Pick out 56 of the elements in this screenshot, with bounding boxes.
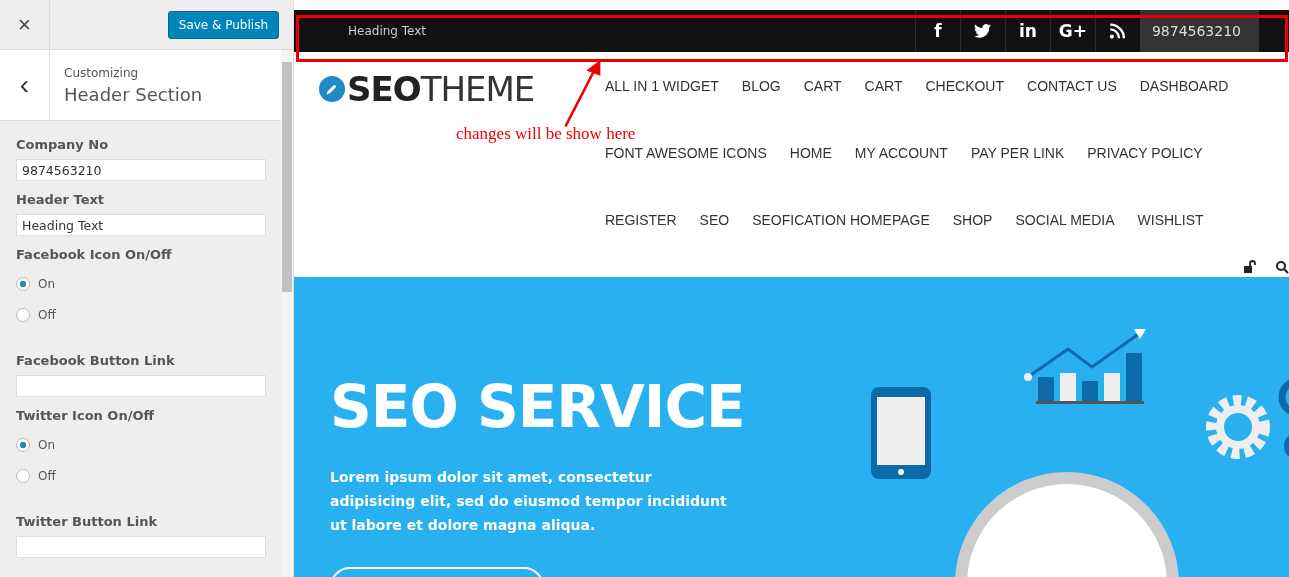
menu-link[interactable]: SEO	[699, 211, 730, 228]
scrollbar[interactable]	[281, 50, 293, 577]
linkedin-icon[interactable]: in	[1018, 21, 1037, 41]
twitter-bird-icon[interactable]	[974, 23, 992, 39]
tablet-icon	[868, 385, 934, 481]
section-title: Header Section	[64, 83, 203, 105]
radio-button[interactable]	[16, 468, 30, 483]
hero-title: SEO SERVICE	[330, 373, 746, 443]
menu-link[interactable]: CHECKOUT	[925, 77, 1005, 94]
radio-label: On	[38, 276, 56, 291]
menu-link[interactable]: FONT AWESOME ICONS	[605, 144, 767, 161]
control-label: Twitter Icon On/Off	[16, 408, 155, 423]
radio-button[interactable]	[16, 307, 30, 322]
control-label: Header Text	[16, 192, 106, 207]
text-field[interactable]: Heading Text	[16, 214, 266, 236]
radio-label: Off	[38, 468, 56, 483]
menu-link[interactable]: HOME	[789, 144, 832, 161]
phone-number: 9874563210	[1139, 10, 1259, 52]
breadcrumb: Customizing	[64, 65, 140, 80]
radio-label: On	[38, 437, 56, 452]
radio-label: Off	[38, 307, 56, 322]
google-plus-icon[interactable]: G+	[1058, 21, 1087, 41]
menu-link[interactable]: ALL IN 1 WIDGET	[605, 77, 719, 94]
facebook-icon[interactable]: f	[934, 21, 942, 41]
logo[interactable]: SEOTHEME	[319, 64, 605, 114]
header-text: Heading Text	[348, 24, 428, 38]
text-field[interactable]: 9874563210	[16, 159, 266, 181]
rss-icon[interactable]	[1109, 23, 1127, 39]
text-field[interactable]	[16, 375, 266, 397]
radio-button[interactable]	[16, 276, 30, 291]
menu-link[interactable]: SEOFICATION HOMEPAGE	[752, 211, 930, 228]
menu-link[interactable]: CART	[864, 77, 903, 94]
lock-icon[interactable]	[1243, 260, 1257, 274]
control-label: Twitter Button Link	[16, 514, 159, 529]
hero-text: Lorem ipsum dolor sit amet, consectetur adipisicing elit, sed do eiusmod tempor incididunt ut labore et dolore magna aliqua.	[330, 467, 728, 535]
menu-link[interactable]: CONTACT US	[1027, 77, 1117, 94]
menu-link[interactable]: PRIVACY POLICY	[1087, 144, 1203, 161]
menu-link[interactable]: MY ACCOUNT	[854, 144, 948, 161]
menu-link[interactable]: CART	[803, 77, 842, 94]
radio-button[interactable]	[16, 437, 30, 452]
text-field[interactable]	[16, 536, 266, 558]
menu-link[interactable]: PAY PER LINK	[970, 144, 1065, 161]
scrollbar-thumb[interactable]	[282, 62, 292, 292]
menu-link[interactable]: DASHBOARD	[1139, 77, 1229, 94]
search-icon[interactable]	[1275, 260, 1289, 274]
save-publish-button[interactable]: Save & Publish	[167, 10, 279, 39]
menu-link[interactable]: REGISTER	[605, 211, 677, 228]
annotation-text: changes will be show here	[456, 124, 636, 144]
control-label: Facebook Button Link	[16, 353, 176, 368]
pencil-icon	[319, 76, 345, 102]
menu-link[interactable]: SHOP	[952, 211, 993, 228]
menu-link[interactable]: WISHLIST	[1137, 211, 1204, 228]
control-label: Facebook Icon On/Off	[16, 247, 173, 262]
menu-link[interactable]: SOCIAL MEDIA	[1015, 211, 1115, 228]
control-label: Company No	[16, 137, 110, 152]
menu-link[interactable]: BLOG	[741, 77, 781, 94]
